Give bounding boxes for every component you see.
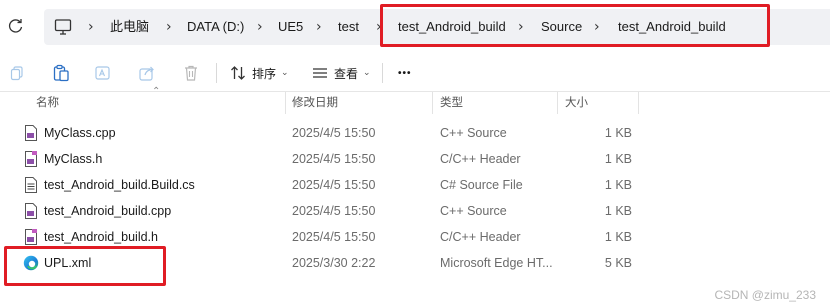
more-icon: ••• [398,67,412,79]
file-type: C++ Source [440,204,507,218]
cs-file-icon [25,177,37,193]
toolbar-divider [382,63,383,83]
cpp-file-icon [25,125,37,141]
watermark-text: CSDN @zimu_233 [714,288,816,302]
file-name: test_Android_build.h [44,230,158,244]
command-bar: 排序 ⌄ 查看 ⌄ ••• [0,54,830,92]
breadcrumb-this-pc[interactable]: 此电脑 [110,9,149,45]
column-header-row: ⌃ 名称 修改日期 类型 大小 [0,86,830,114]
chevron-right-icon[interactable]: › [316,9,322,45]
copy-icon [10,66,23,81]
header-file-icon [25,229,37,245]
chevron-right-icon[interactable]: › [594,9,600,45]
chevron-right-icon[interactable]: › [88,9,94,45]
column-divider[interactable] [432,92,433,114]
this-pc-icon[interactable] [54,9,72,45]
file-date: 2025/3/30 2:22 [292,256,376,270]
breadcrumb-source[interactable]: Source [541,9,582,45]
chevron-right-icon[interactable]: › [376,9,382,45]
chevron-right-icon[interactable]: › [257,9,263,45]
file-row[interactable]: test_Android_build.Build.cs 2025/4/5 15:… [0,172,830,198]
file-type: C# Source File [440,178,523,192]
column-divider[interactable] [638,92,639,114]
paste-icon [53,64,69,82]
file-date: 2025/4/5 15:50 [292,152,376,166]
rename-icon [95,66,110,80]
share-button[interactable] [136,62,158,84]
rename-button[interactable] [92,62,114,84]
file-size: 1 KB [604,178,632,192]
file-type: Microsoft Edge HT... [440,256,553,270]
file-size: 1 KB [604,126,632,140]
breadcrumb-current-folder[interactable]: test_Android_build [618,9,726,45]
copy-button[interactable] [6,62,28,84]
file-size: 1 KB [604,204,632,218]
chevron-right-icon[interactable]: › [518,9,524,45]
file-date: 2025/4/5 15:50 [292,204,376,218]
column-header-size[interactable]: 大小 [565,92,588,114]
refresh-button[interactable] [4,14,28,38]
file-name: UPL.xml [44,256,92,270]
header-file-icon [25,151,37,167]
view-button[interactable]: 查看 ⌄ [312,60,371,86]
file-size: 1 KB [604,230,632,244]
file-type: C++ Source [440,126,507,140]
toolbar-divider [216,63,217,83]
address-bar[interactable]: › 此电脑 › DATA (D:) › UE5 › test › test_An… [44,9,830,45]
file-size: 5 KB [604,256,632,270]
breadcrumb-test[interactable]: test [338,9,359,45]
file-row[interactable]: MyClass.h 2025/4/5 15:50 C/C++ Header 1 … [0,146,830,172]
sort-up-arrow-icon: ⌃ [152,86,161,97]
file-name: test_Android_build.Build.cs [44,178,195,192]
refresh-icon [8,19,23,33]
column-header-type[interactable]: 类型 [440,92,463,114]
file-name: MyClass.h [44,152,103,166]
file-row[interactable]: test_Android_build.cpp 2025/4/5 15:50 C+… [0,198,830,224]
chevron-down-icon: ⌄ [281,68,289,78]
file-name: MyClass.cpp [44,126,116,140]
file-type: C/C++ Header [440,152,521,166]
file-row[interactable]: UPL.xml 2025/3/30 2:22 Microsoft Edge HT… [0,250,830,276]
column-divider[interactable] [557,92,558,114]
cpp-file-icon [25,203,37,219]
column-header-name[interactable]: 名称 [36,92,59,114]
breadcrumb-ue5[interactable]: UE5 [278,9,303,45]
address-row: › 此电脑 › DATA (D:) › UE5 › test › test_An… [0,0,830,54]
share-icon [139,66,154,81]
delete-button[interactable] [180,62,202,84]
view-list-icon [313,68,327,78]
file-date: 2025/4/5 15:50 [292,178,376,192]
trash-icon [185,65,197,81]
file-date: 2025/4/5 15:50 [292,126,376,140]
view-label: 查看 [334,66,359,81]
file-type: C/C++ Header [440,230,521,244]
sort-icon [231,66,245,80]
file-name: test_Android_build.cpp [44,204,172,218]
file-date: 2025/4/5 15:50 [292,230,376,244]
paste-button[interactable] [50,62,72,84]
chevron-down-icon: ⌄ [363,68,371,78]
sort-button[interactable]: 排序 ⌄ [230,60,289,86]
breadcrumb-data-drive[interactable]: DATA (D:) [187,9,244,45]
sort-label: 排序 [252,66,277,81]
file-row[interactable]: test_Android_build.h 2025/4/5 15:50 C/C+… [0,224,830,250]
breadcrumb-project[interactable]: test_Android_build [398,9,506,45]
more-options-button[interactable]: ••• [398,60,412,86]
chevron-right-icon[interactable]: › [166,9,172,45]
file-row[interactable]: MyClass.cpp 2025/4/5 15:50 C++ Source 1 … [0,120,830,146]
column-divider[interactable] [285,92,286,114]
edge-icon [23,255,39,271]
column-header-date[interactable]: 修改日期 [292,92,338,114]
file-size: 1 KB [604,152,632,166]
